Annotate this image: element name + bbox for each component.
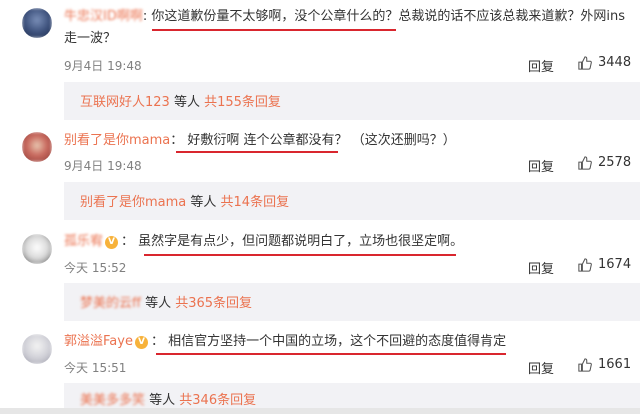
- reply-summary-mid: 等人: [186, 195, 221, 210]
- reply-button[interactable]: 回复: [528, 56, 554, 75]
- reply-summary[interactable]: 梦美的云ff 等人 共365条回复: [64, 283, 640, 321]
- thumbs-up-icon: [578, 55, 592, 70]
- comment-colon: :: [142, 9, 148, 24]
- comment-item: 牛忠汉ID啊啊: 你这道歉份量不太够啊，没个公章什么的？总裁说的话不应该总裁来道…: [0, 0, 640, 120]
- bottom-edge: [0, 408, 640, 414]
- reply-summary-mid: 等人: [169, 95, 205, 110]
- reply-summary-mid: 等人: [145, 393, 180, 408]
- thumbs-up-icon: [578, 257, 592, 272]
- reply-summary-count[interactable]: 共155条回复: [204, 95, 281, 110]
- comment-text: 虽然字是有点少，但问题都说明白了，立场也很坚定啊。: [138, 234, 464, 249]
- comment-text-block: 别看了是你mama： 好敷衍啊 连个公章都没有？ （这次还删吗？）: [64, 130, 626, 152]
- reply-summary-count[interactable]: 共346条回复: [179, 393, 256, 408]
- verified-v-icon: V: [134, 336, 148, 349]
- like-button[interactable]: 3448: [578, 55, 631, 70]
- comment-time: 9月4日 19:48: [64, 59, 142, 73]
- like-count: 3448: [598, 55, 632, 70]
- comment-username[interactable]: 牛忠汉ID啊啊: [64, 9, 143, 24]
- reply-button[interactable]: 回复: [528, 156, 554, 175]
- thumbs-up-icon: [578, 155, 592, 170]
- comment-time: 今天 15:52: [64, 261, 127, 275]
- like-count: 1661: [598, 357, 632, 372]
- reply-summary-count[interactable]: 共365条回复: [175, 296, 252, 311]
- reply-summary-count[interactable]: 共14条回复: [221, 195, 290, 210]
- like-button[interactable]: 1661: [578, 357, 631, 372]
- reply-summary[interactable]: 别看了是你mama 等人 共14条回复: [64, 182, 640, 220]
- highlight-underline: [144, 254, 456, 256]
- like-count: 1674: [598, 257, 632, 272]
- like-count: 2578: [598, 155, 632, 170]
- comment-text-block: 牛忠汉ID啊啊: 你这道歉份量不太够啊，没个公章什么的？总裁说的话不应该总裁来道…: [64, 6, 626, 50]
- reply-button[interactable]: 回复: [528, 258, 554, 277]
- comment-username[interactable]: 别看了是你mama: [64, 133, 170, 148]
- comment-colon: ：: [121, 234, 135, 249]
- comment-text: 好敷衍啊 连个公章都没有？: [187, 133, 348, 148]
- comment-text: 走一波？: [64, 31, 117, 46]
- comment-text: 你这道歉份量不太够啊，没个公章什么的？: [151, 9, 399, 24]
- comment-text-block: 郭溢溢Faye V： 相信官方坚持一个中国的立场，这个不回避的态度值得肯定: [64, 331, 626, 353]
- reply-summary-user[interactable]: 互联网好人123: [80, 95, 170, 110]
- verified-v-icon: V: [105, 236, 119, 249]
- comment-username[interactable]: 郭溢溢Faye: [64, 334, 133, 349]
- like-button[interactable]: 2578: [578, 155, 631, 170]
- reply-summary-mid: 等人: [140, 296, 176, 311]
- comment-item: 郭溢溢Faye V： 相信官方坚持一个中国的立场，这个不回避的态度值得肯定 今天 …: [0, 326, 640, 413]
- thumbs-up-icon: [578, 357, 592, 372]
- comment-item: 孤乐宥 V： 虽然字是有点少，但问题都说明白了，立场也很坚定啊。 今天 15:52…: [0, 226, 640, 322]
- avatar[interactable]: [22, 334, 52, 364]
- reply-summary-user[interactable]: 美美多多笑: [80, 393, 145, 408]
- like-button[interactable]: 1674: [578, 257, 631, 272]
- highlight-underline: [156, 353, 506, 355]
- comment-time: 9月4日 19:48: [64, 159, 142, 173]
- reply-summary-user[interactable]: 梦美的云ff: [80, 296, 141, 311]
- reply-summary[interactable]: 互联网好人123 等人 共155条回复: [64, 82, 640, 120]
- avatar[interactable]: [22, 8, 52, 38]
- highlight-underline: [176, 151, 338, 153]
- reply-button[interactable]: 回复: [528, 358, 554, 377]
- comment-username[interactable]: 孤乐宥: [64, 234, 103, 249]
- reply-summary-user[interactable]: 别看了是你mama: [80, 195, 186, 210]
- highlight-underline: [152, 29, 396, 31]
- avatar[interactable]: [22, 234, 52, 264]
- comment-colon: ：: [170, 133, 184, 148]
- comment-item: 别看了是你mama： 好敷衍啊 连个公章都没有？ （这次还删吗？） 9月4日 1…: [0, 120, 640, 220]
- comment-text: 总裁说的话不应该总裁来道歉？外网ins: [398, 9, 626, 24]
- comment-time: 今天 15:51: [64, 361, 127, 375]
- avatar[interactable]: [22, 132, 52, 162]
- comment-colon: ：: [150, 334, 164, 349]
- comment-text: 相信官方坚持一个中国的立场，这个不回避的态度值得肯定: [168, 334, 507, 349]
- comment-text: （这次还删吗？）: [351, 133, 456, 148]
- comment-text-block: 孤乐宥 V： 虽然字是有点少，但问题都说明白了，立场也很坚定啊。: [64, 231, 626, 253]
